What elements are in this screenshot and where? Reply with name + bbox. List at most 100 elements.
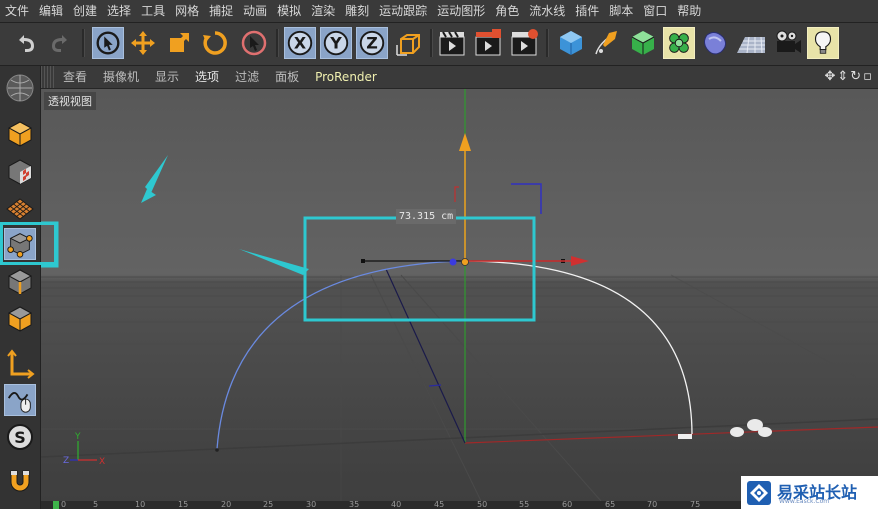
viewport-menu-bar: 查看 摄像机 显示 选项 过滤 面板 ProRender ✥⇕↻▫: [41, 66, 878, 89]
menu-tools[interactable]: 工具: [136, 0, 170, 22]
points-mode-icon[interactable]: [4, 228, 36, 260]
menu-sculpt[interactable]: 雕刻: [340, 0, 374, 22]
timeline-tick: 75: [690, 501, 701, 509]
viewport-menu-prorender[interactable]: ProRender: [307, 66, 385, 88]
perspective-viewport[interactable]: Y X Z 透视视图 73.315 cm: [41, 89, 878, 501]
redo-icon[interactable]: [44, 27, 76, 59]
z-axis-lock-icon[interactable]: Z: [356, 27, 388, 59]
timeline-tick: 60: [562, 501, 573, 509]
undo-icon[interactable]: [10, 27, 42, 59]
floor-icon[interactable]: [735, 27, 767, 59]
spline-end-marker: [678, 434, 692, 439]
pen-spline-icon[interactable]: [591, 27, 623, 59]
render-settings-icon[interactable]: [508, 27, 540, 59]
timeline-tick: 20: [221, 501, 232, 509]
menu-pipeline[interactable]: 流水线: [524, 0, 570, 22]
tangent-handle-left[interactable]: [361, 259, 365, 263]
deformer-icon[interactable]: [699, 27, 731, 59]
menu-simulate[interactable]: 模拟: [272, 0, 306, 22]
menu-render[interactable]: 渲染: [306, 0, 340, 22]
corner-gizmo-z-label: Z: [63, 456, 69, 466]
timeline-tick: 35: [349, 501, 360, 509]
viewport-title: 透视视图: [44, 92, 96, 110]
timeline-tick: 45: [434, 501, 445, 509]
solo-icon[interactable]: S: [4, 421, 36, 453]
menu-script[interactable]: 脚本: [604, 0, 638, 22]
menu-mesh[interactable]: 网格: [170, 0, 204, 22]
menu-window[interactable]: 窗口: [638, 0, 672, 22]
timeline-tick: 0: [61, 501, 67, 509]
camera-icon[interactable]: [771, 27, 803, 59]
scale-icon[interactable]: [163, 27, 195, 59]
menu-select[interactable]: 选择: [102, 0, 136, 22]
render-picture-viewer-icon[interactable]: [472, 27, 504, 59]
timeline-tick: 50: [477, 501, 488, 509]
make-editable-icon[interactable]: [4, 72, 36, 104]
model-mode-icon[interactable]: [4, 118, 36, 150]
menu-bar: 文件 编辑 创建 选择 工具 网格 捕捉 动画 模拟 渲染 雕刻 运动跟踪 运动…: [0, 0, 878, 23]
viewport-menu-panel[interactable]: 面板: [267, 66, 307, 88]
move-icon[interactable]: [127, 27, 159, 59]
menu-snap[interactable]: 捕捉: [204, 0, 238, 22]
menu-motion-tracking[interactable]: 运动跟踪: [374, 0, 432, 22]
world-coordinates-icon[interactable]: [393, 27, 425, 59]
viewport-canvas: Y X Z: [41, 89, 878, 501]
last-tool-icon[interactable]: [238, 27, 270, 59]
timeline-tick: 5: [93, 501, 99, 509]
mode-toolbar: S: [0, 66, 41, 509]
menu-plugins[interactable]: 插件: [570, 0, 604, 22]
timeline-tick: 25: [263, 501, 274, 509]
rotate-icon[interactable]: [199, 27, 231, 59]
timeline-tick: 65: [605, 501, 616, 509]
menu-create[interactable]: 创建: [68, 0, 102, 22]
selected-point[interactable]: [449, 258, 457, 266]
light-icon[interactable]: [807, 27, 839, 59]
enable-axis-icon[interactable]: [4, 348, 36, 380]
current-frame-marker[interactable]: [53, 501, 59, 509]
menu-file[interactable]: 文件: [0, 0, 34, 22]
viewport-menu-filter[interactable]: 过滤: [227, 66, 267, 88]
drag-handle[interactable]: [41, 66, 55, 88]
menu-mograph[interactable]: 运动图形: [432, 0, 490, 22]
timeline-tick: 40: [391, 501, 402, 509]
cube-icon[interactable]: [555, 27, 587, 59]
svg-text:X: X: [294, 34, 306, 53]
measure-readout: 73.315 cm: [396, 209, 457, 224]
menu-help[interactable]: 帮助: [672, 0, 706, 22]
viewport-menu-display[interactable]: 显示: [147, 66, 187, 88]
y-axis-lock-icon[interactable]: Y: [320, 27, 352, 59]
corner-gizmo-y-label: Y: [74, 432, 81, 442]
mograph-cloner-icon[interactable]: [663, 27, 695, 59]
texture-mode-icon[interactable]: [4, 156, 36, 188]
viewport-menu-cameras[interactable]: 摄像机: [95, 66, 147, 88]
timeline-tick: 10: [135, 501, 146, 509]
snap-icon[interactable]: [4, 465, 36, 497]
spline-start-point[interactable]: [215, 448, 219, 452]
svg-text:Z: Z: [366, 34, 378, 53]
watermark-url: Www.Easck.Com: [779, 498, 830, 505]
render-view-icon[interactable]: [436, 27, 468, 59]
timeline-tick: 70: [647, 501, 658, 509]
polygons-mode-icon[interactable]: [4, 303, 36, 335]
live-selection-icon[interactable]: [92, 27, 124, 59]
x-axis-lock-icon[interactable]: X: [284, 27, 316, 59]
gizmo-center[interactable]: [461, 258, 469, 266]
menu-character[interactable]: 角色: [490, 0, 524, 22]
timeline-tick: 30: [306, 501, 317, 509]
site-watermark: 易采站长站 Www.Easck.Com: [741, 476, 878, 509]
svg-text:Y: Y: [329, 34, 342, 53]
workplane-icon[interactable]: [4, 193, 36, 225]
menu-animate[interactable]: 动画: [238, 0, 272, 22]
edges-mode-icon[interactable]: [4, 266, 36, 298]
main-toolbar: X Y Z: [0, 23, 878, 66]
viewport-menu-view[interactable]: 查看: [55, 66, 95, 88]
corner-gizmo-x-label: X: [99, 457, 105, 467]
subdivision-icon[interactable]: [627, 27, 659, 59]
viewport-menu-options[interactable]: 选项: [187, 66, 227, 88]
menu-edit[interactable]: 编辑: [34, 0, 68, 22]
watermark-logo-icon: [747, 480, 771, 505]
viewport-navigation-icons[interactable]: ✥⇕↻▫: [825, 66, 875, 88]
svg-text:S: S: [14, 428, 26, 447]
timeline-tick: 55: [519, 501, 530, 509]
tweak-icon[interactable]: [4, 384, 36, 416]
